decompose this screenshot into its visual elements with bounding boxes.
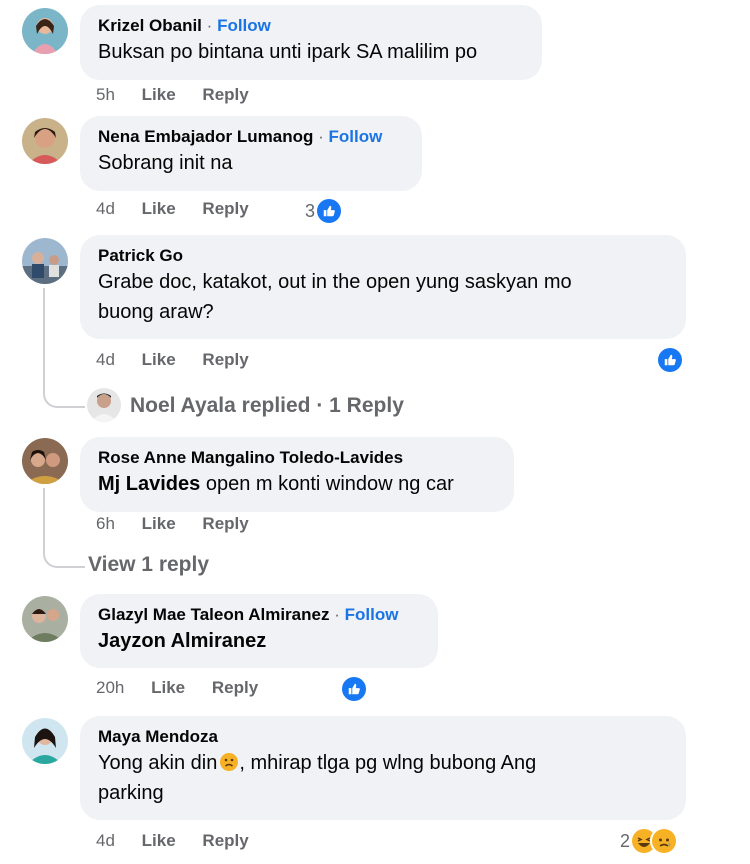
comment-time[interactable]: 20h: [96, 678, 124, 697]
comment-text-part: Yong akin din: [98, 752, 218, 774]
comment-text-line: parking: [98, 782, 164, 804]
comment-author[interactable]: Nena Embajador Lumanog: [98, 127, 313, 146]
comment-text: Sobrang init na: [98, 152, 233, 174]
sad-reaction-icon: [652, 829, 677, 853]
comment-author[interactable]: Glazyl Mae Taleon Almiranez: [98, 605, 329, 624]
like-reaction-icon: [342, 677, 366, 701]
mention-link[interactable]: Mj Lavides: [98, 473, 200, 495]
view-replies-link[interactable]: Noel Ayala replied · 1 Reply: [130, 394, 404, 418]
reply-button[interactable]: Reply: [202, 350, 248, 369]
comment-time[interactable]: 4d: [96, 199, 115, 218]
thread-connector: [43, 540, 85, 568]
like-button[interactable]: Like: [151, 678, 185, 697]
reaction-count: 3: [305, 200, 316, 221]
reply-author-avatar[interactable]: [87, 388, 121, 422]
reaction-count: 2: [620, 830, 631, 851]
mention-link[interactable]: Jayzon Almiranez: [98, 630, 266, 652]
view-replies-link[interactable]: View 1 reply: [88, 553, 209, 577]
comment-bubble: Maya Mendoza Yong akin din , mhirap tlga …: [80, 716, 686, 820]
sad-emoji-icon: [219, 751, 239, 771]
avatar[interactable]: [22, 238, 68, 284]
comment-time[interactable]: 4d: [96, 831, 115, 850]
comment-bubble: Krizel Obanil · Follow Buksan po bintana…: [80, 5, 542, 80]
comment-text: Buksan po bintana unti ipark SA malilim …: [98, 41, 478, 63]
like-reaction-icon: [317, 199, 342, 223]
like-button[interactable]: Like: [142, 199, 176, 218]
reaction-summary[interactable]: 2: [620, 829, 677, 853]
avatar[interactable]: [22, 596, 68, 642]
follow-button[interactable]: Follow: [329, 127, 383, 146]
reply-button[interactable]: Reply: [202, 514, 248, 533]
comment-time[interactable]: 4d: [96, 350, 115, 369]
reply-button[interactable]: Reply: [202, 831, 248, 850]
follow-button[interactable]: Follow: [345, 605, 399, 624]
comment-text-part: , mhirap tlga pg wlng bubong Ang: [239, 752, 537, 774]
separator-dot: ·: [206, 16, 213, 35]
comment-text: Yong akin din , mhirap tlga pg wlng bubon…: [98, 748, 668, 808]
avatar[interactable]: [22, 8, 68, 54]
comment-time[interactable]: 6h: [96, 514, 115, 533]
like-button[interactable]: Like: [142, 831, 176, 850]
comment-author[interactable]: Maya Mendoza: [98, 727, 218, 746]
avatar[interactable]: [22, 118, 68, 164]
reaction-summary[interactable]: [658, 348, 682, 372]
reply-button[interactable]: Reply: [202, 85, 248, 104]
follow-button[interactable]: Follow: [217, 16, 271, 35]
comment-text: Mj Lavides open m konti window ng car: [98, 469, 496, 499]
comment-text-body: open m konti window ng car: [200, 473, 454, 495]
like-reaction-icon: [658, 348, 682, 372]
like-button[interactable]: Like: [142, 350, 176, 369]
comment-text: Grabe doc, katakot, out in the open yung…: [98, 267, 668, 327]
thread-connector: [43, 380, 85, 408]
comment-time[interactable]: 5h: [96, 85, 115, 104]
thread-line: [43, 288, 45, 388]
comment-bubble: Glazyl Mae Taleon Almiranez · Follow Jay…: [80, 594, 438, 668]
reply-button[interactable]: Reply: [202, 199, 248, 218]
separator-dot: ·: [334, 605, 340, 624]
comment-author[interactable]: Rose Anne Mangalino Toledo-Lavides: [98, 448, 403, 467]
avatar[interactable]: [22, 438, 68, 484]
comment-bubble: Rose Anne Mangalino Toledo-Lavides Mj La…: [80, 437, 514, 512]
avatar[interactable]: [22, 718, 68, 764]
comment-author[interactable]: Patrick Go: [98, 246, 183, 265]
comment-text-line: buong araw?: [98, 301, 214, 323]
reaction-summary[interactable]: 3: [305, 199, 342, 223]
reaction-summary[interactable]: [342, 677, 366, 701]
separator-dot: ·: [318, 127, 324, 146]
comment-author[interactable]: Krizel Obanil: [98, 16, 202, 35]
comment-bubble: Nena Embajador Lumanog · Follow Sobrang …: [80, 116, 422, 191]
like-button[interactable]: Like: [142, 85, 176, 104]
comment-text-line: Grabe doc, katakot, out in the open yung…: [98, 271, 572, 293]
like-button[interactable]: Like: [142, 514, 176, 533]
comment-bubble: Patrick Go Grabe doc, katakot, out in th…: [80, 235, 686, 339]
reply-button[interactable]: Reply: [212, 678, 258, 697]
